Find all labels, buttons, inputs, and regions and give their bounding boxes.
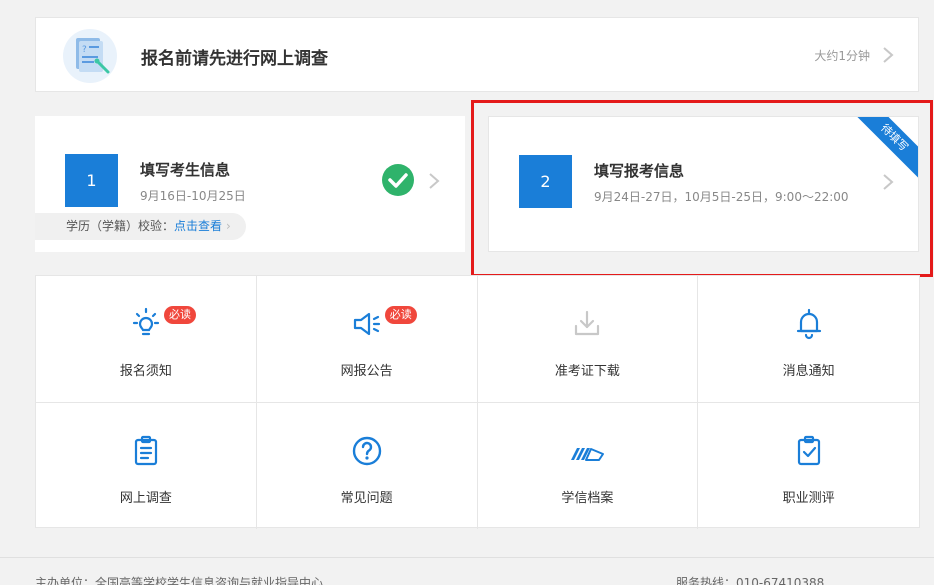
education-verify-bar: 学历（学籍）校验：点击查看 › [35, 213, 246, 240]
verify-label: 学历（学籍）校验： [66, 219, 175, 233]
speaker-icon [353, 312, 380, 336]
grid-item-label: 网上调查 [119, 491, 172, 506]
completed-check-icon [382, 164, 414, 196]
grid-item-career-assessment[interactable]: 职业测评 [698, 403, 919, 529]
checklist-icon [797, 435, 820, 466]
footer-organizer: 主办单位：全国高等学校学生信息咨询与就业指导中心 [35, 576, 324, 585]
survey-banner[interactable]: ? 报名前请先进行网上调查 大约1分钟 [35, 17, 919, 92]
survey-title: 报名前请先进行网上调查 [141, 49, 328, 69]
survey-duration: 大约1分钟 [814, 49, 870, 63]
grid-item-faq[interactable]: 常见问题 [257, 403, 478, 529]
step1-date: 9月16日-10月25日 [140, 189, 246, 203]
step2-date: 9月24日-27日，10月5日-25日，9:00～22:00 [594, 190, 849, 204]
grid-item-announcement[interactable]: 必读 网报公告 [256, 276, 478, 403]
step-fill-candidate-info[interactable]: 1 填写考生信息 9月16日-10月25日 学历（学籍）校验：点击查看 › [35, 116, 465, 252]
grid-item-online-survey[interactable]: 网上调查 [36, 403, 257, 529]
grid-item-admission-ticket[interactable]: 准考证下载 [477, 276, 699, 403]
step2-title: 填写报考信息 [594, 162, 685, 180]
grid-item-label: 学信档案 [561, 491, 614, 506]
chevron-right-icon [883, 47, 894, 63]
grid-item-label: 消息通知 [782, 364, 835, 379]
chevron-right-icon [429, 173, 440, 189]
footer-divider [0, 557, 934, 558]
must-read-badge: 必读 [164, 306, 196, 324]
verify-view-link[interactable]: 点击查看 [174, 219, 222, 233]
footer-hotline: 服务热线：010-67410388 [676, 576, 825, 585]
chevron-right-icon [883, 174, 894, 190]
archive-logo-icon [571, 448, 605, 461]
feature-grid: 必读 报名须知 必读 网报公告 准考证下载 消息通知 网上调查 常见问题 学信档… [35, 275, 920, 529]
pending-ribbon: 待填写 [850, 117, 918, 182]
step-number-2: 2 [519, 155, 572, 208]
grid-item-label: 准考证下载 [554, 364, 620, 379]
step-fill-exam-info[interactable]: 2 填写报考信息 9月24日-27日，10月5日-25日，9:00～22:00 … [488, 116, 919, 252]
grid-item-label: 常见问题 [340, 491, 393, 506]
must-read-badge: 必读 [384, 306, 417, 324]
clipboard-icon [134, 435, 157, 466]
grid-item-label: 职业测评 [782, 491, 835, 506]
download-icon [575, 310, 600, 336]
bulb-icon [132, 307, 159, 336]
grid-item-notifications[interactable]: 消息通知 [698, 276, 919, 403]
grid-item-xuexin-archive[interactable]: 学信档案 [478, 403, 699, 529]
survey-document-icon: ? [63, 29, 117, 83]
bell-icon [796, 308, 821, 340]
step1-title: 填写考生信息 [140, 161, 231, 179]
grid-item-label: 网报公告 [340, 364, 393, 379]
grid-item-registration-notice[interactable]: 必读 报名须知 [36, 276, 257, 403]
svg-text:?: ? [82, 45, 87, 55]
verify-chevron-icon: › [226, 219, 231, 233]
step-number-1: 1 [65, 154, 118, 207]
question-icon [352, 436, 381, 466]
grid-item-label: 报名须知 [119, 364, 172, 379]
